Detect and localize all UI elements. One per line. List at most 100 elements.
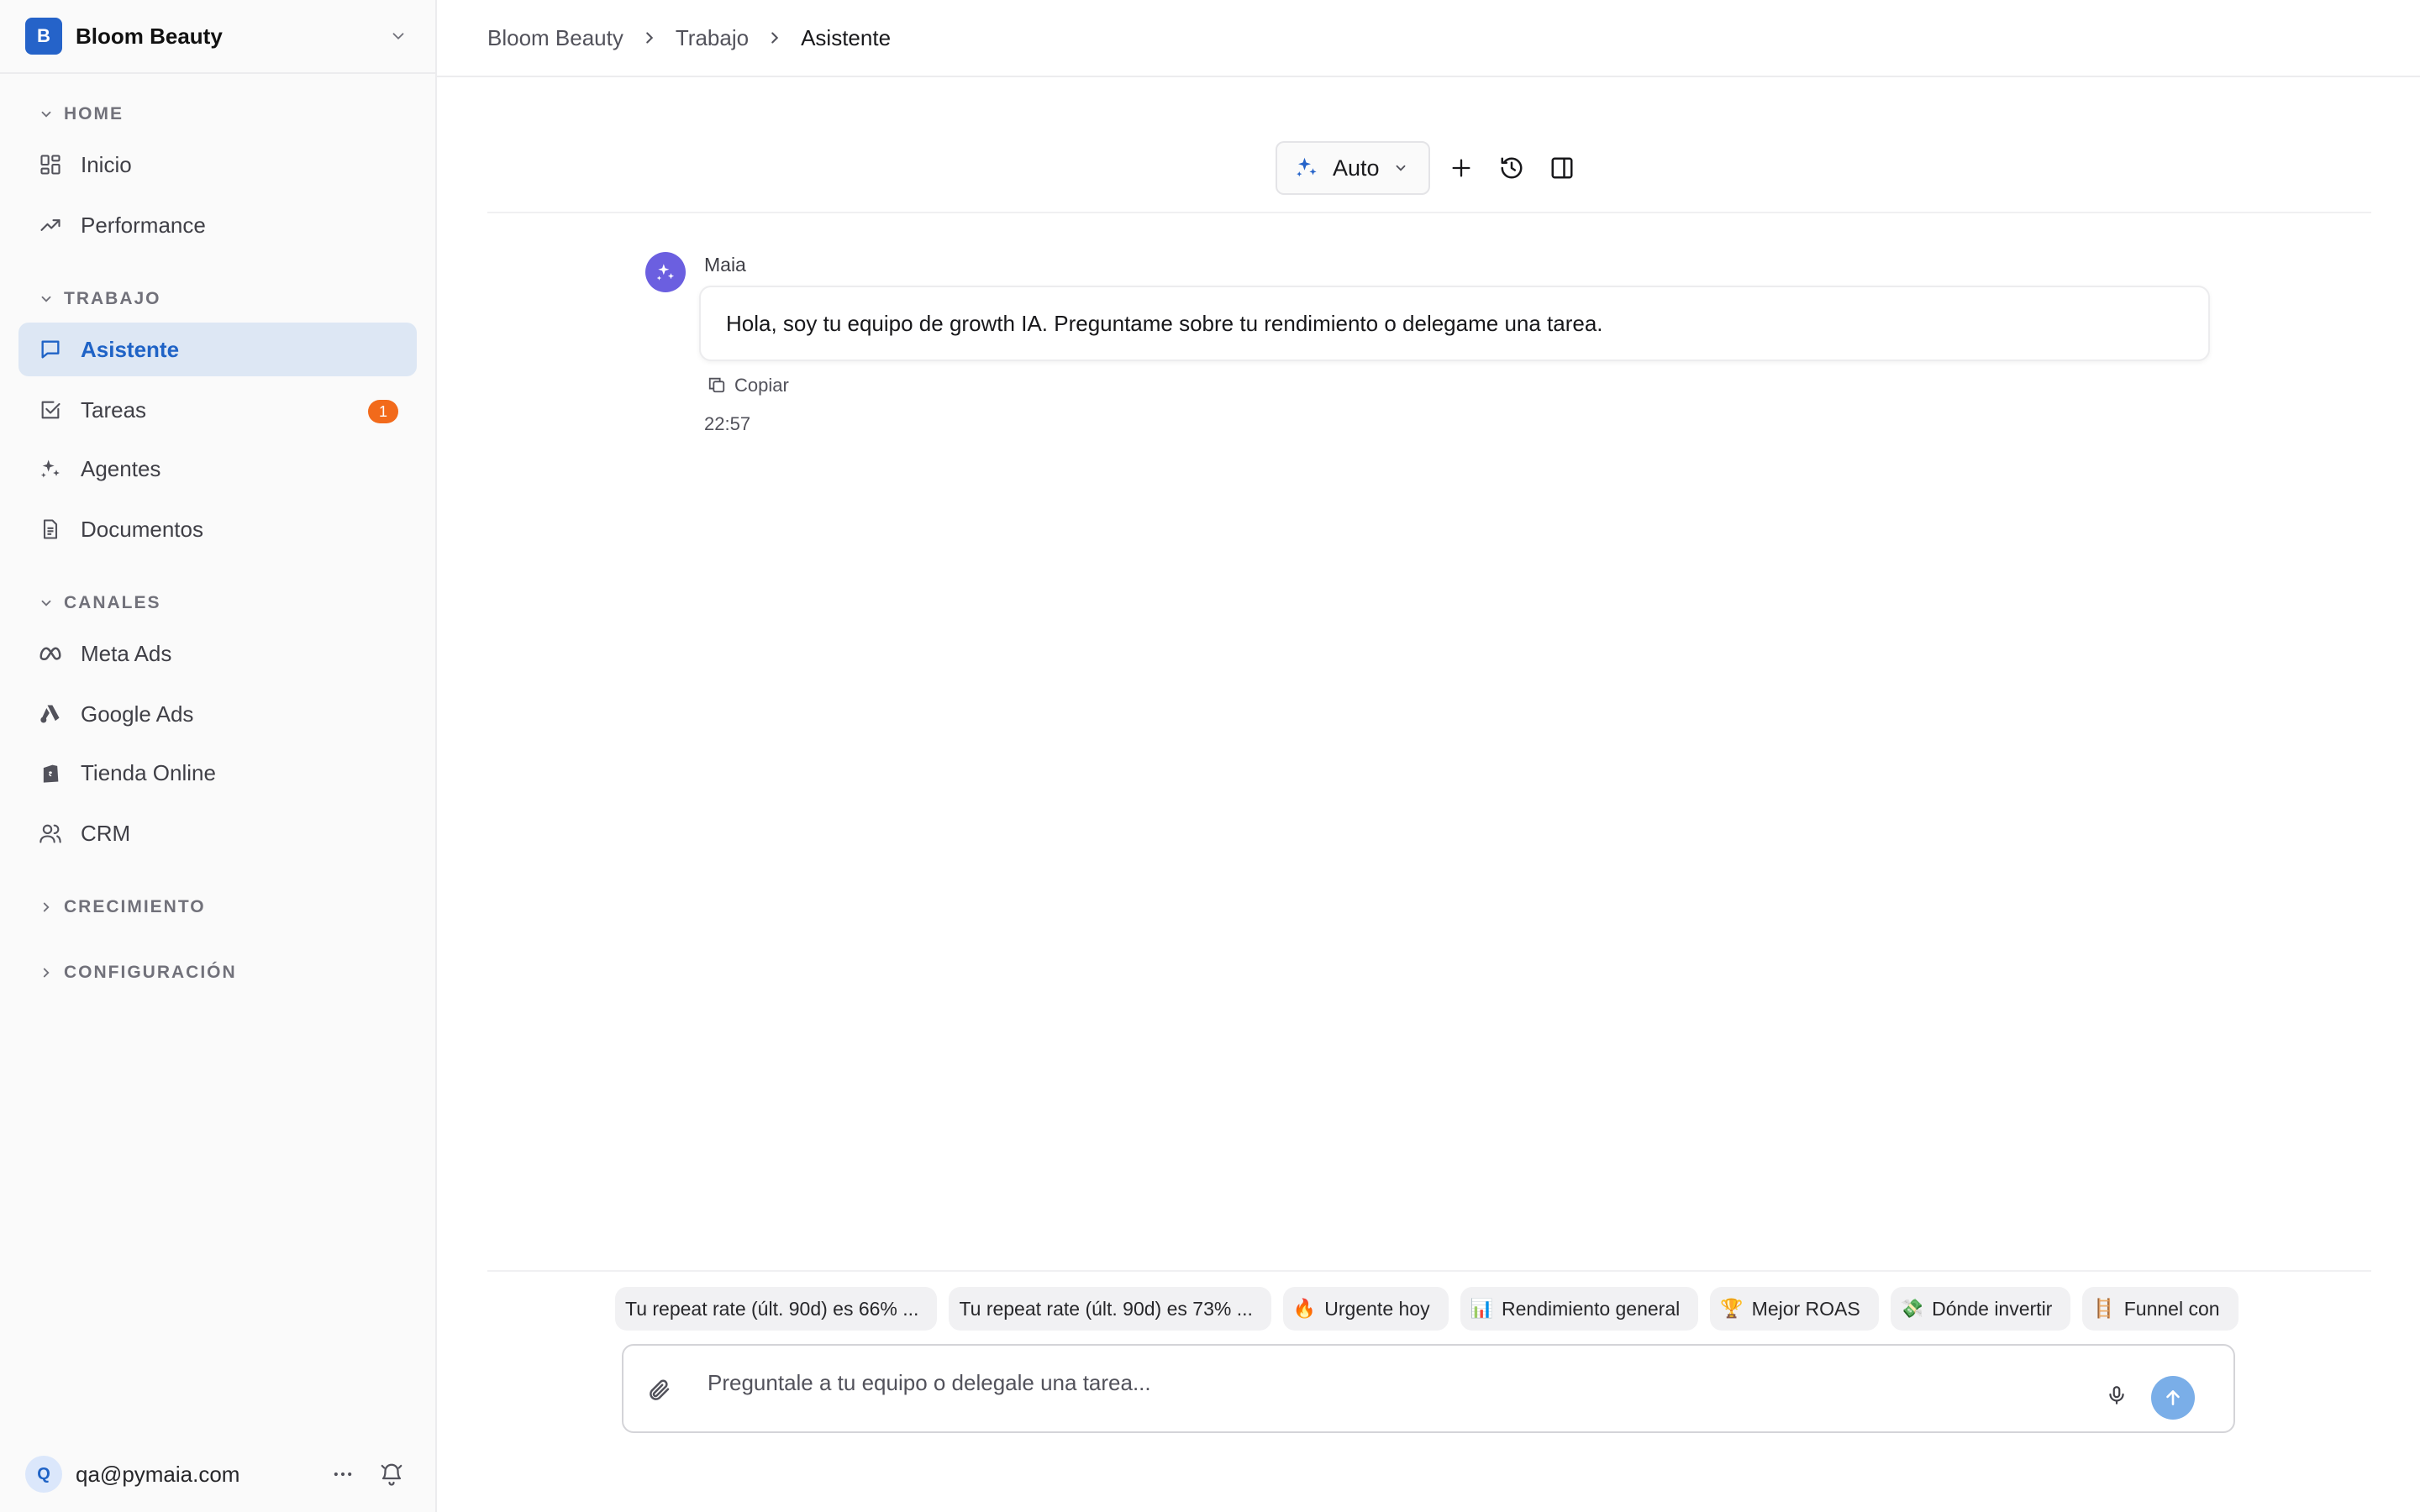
section-configuracion: CONFIGURACIÓN	[0, 958, 435, 988]
section-trabajo: TRABAJO	[0, 284, 435, 314]
section-toggle-home[interactable]: HOME	[0, 99, 435, 129]
suggestion-chip[interactable]: 🏆 Mejor ROAS	[1710, 1287, 1879, 1331]
suggestion-chip[interactable]: 📊 Rendimiento general	[1460, 1287, 1699, 1331]
sidebar-item-crm[interactable]: CRM	[18, 806, 417, 860]
chevron-down-icon	[41, 111, 51, 118]
trending-up-icon	[37, 212, 64, 239]
bar-chart-emoji-icon: 📊	[1470, 1298, 1493, 1319]
google-ads-icon	[37, 701, 64, 727]
sidebar-item-label: Performance	[81, 212, 206, 238]
sidebar-item-label: Asistente	[81, 336, 180, 362]
section-label: TRABAJO	[64, 289, 161, 308]
checkbox-icon	[37, 396, 64, 423]
money-emoji-icon: 💸	[1900, 1298, 1924, 1319]
notifications-bell-icon[interactable]	[373, 1456, 410, 1493]
sidebar-item-asistente[interactable]: Asistente	[18, 323, 417, 376]
suggestion-chip[interactable]: 💸 Dónde invertir	[1890, 1287, 2071, 1331]
plus-icon	[1452, 159, 1470, 177]
send-button[interactable]	[2151, 1376, 2195, 1420]
more-options-icon[interactable]	[324, 1456, 361, 1493]
sidebar-item-label: Tareas	[81, 396, 147, 423]
sidebar-item-label: Meta Ads	[81, 640, 172, 666]
attach-button[interactable]	[644, 1374, 676, 1406]
chevron-right-icon	[640, 29, 659, 47]
divider	[487, 212, 2371, 213]
sidebar-item-tienda-online[interactable]: Tienda Online	[18, 746, 417, 800]
user-email: qa@pymaia.com	[76, 1461, 240, 1487]
sparkles-icon	[656, 264, 675, 281]
sidebar-item-agentes[interactable]: Agentes	[18, 442, 417, 496]
message-author: Maia	[704, 254, 746, 276]
sidebar-item-inicio[interactable]: Inicio	[18, 138, 417, 192]
users-icon	[37, 820, 64, 847]
section-toggle-canales[interactable]: CANALES	[0, 588, 435, 618]
trophy-emoji-icon: 🏆	[1720, 1298, 1744, 1319]
chat-toolbar: Auto	[1276, 141, 1581, 195]
divider	[487, 1270, 2371, 1272]
sidebar-item-google-ads[interactable]: Google Ads	[18, 687, 417, 741]
grid-icon	[37, 151, 64, 178]
section-toggle-crecimiento[interactable]: CRECIMIENTO	[0, 892, 435, 922]
sidebar-item-label: Google Ads	[81, 701, 194, 727]
sidebar: B Bloom Beauty HOME Inicio Performance T…	[0, 0, 437, 1512]
section-crecimiento: CRECIMIENTO	[0, 892, 435, 922]
sidebar-item-performance[interactable]: Performance	[18, 198, 417, 252]
suggestion-chip[interactable]: Tu repeat rate (últ. 90d) es 66% ...	[615, 1287, 938, 1331]
tasks-count-badge: 1	[368, 400, 398, 423]
mode-label: Auto	[1333, 155, 1380, 181]
suggestion-chips: Tu repeat rate (últ. 90d) es 66% ... Tu …	[615, 1285, 2260, 1332]
chat-input[interactable]	[708, 1366, 2052, 1399]
message-timestamp: 22:57	[704, 413, 751, 434]
breadcrumb-item[interactable]: Trabajo	[676, 25, 749, 51]
sidebar-item-meta-ads[interactable]: Meta Ads	[18, 627, 417, 680]
breadcrumb: Bloom Beauty Trabajo Asistente	[437, 0, 2420, 77]
copy-icon	[708, 375, 728, 396]
history-button[interactable]	[1492, 149, 1531, 187]
suggestion-chip[interactable]: 🪜 Funnel con	[2082, 1287, 2238, 1331]
suggestion-chip[interactable]: 🔥 Urgente hoy	[1282, 1287, 1449, 1331]
breadcrumb-item[interactable]: Bloom Beauty	[487, 25, 623, 51]
sidebar-item-documentos[interactable]: Documentos	[18, 502, 417, 556]
suggestion-chip[interactable]: Tu repeat rate (últ. 90d) es 73% ...	[949, 1287, 1271, 1331]
chevron-right-icon	[765, 29, 784, 47]
document-icon	[37, 516, 64, 543]
workspace-switcher[interactable]: B Bloom Beauty	[0, 0, 435, 74]
toggle-panel-button[interactable]	[1543, 149, 1581, 187]
sidebar-item-label: CRM	[81, 820, 131, 846]
paperclip-icon	[650, 1379, 670, 1400]
section-canales: CANALES	[0, 588, 435, 618]
microphone-button[interactable]	[2102, 1381, 2131, 1410]
sparkles-icon	[1294, 155, 1321, 181]
sparkles-icon	[37, 455, 64, 482]
shopify-bag-icon	[37, 759, 64, 786]
assistant-avatar	[645, 252, 686, 292]
sidebar-item-label: Inicio	[81, 151, 132, 177]
workspace-logo: B	[25, 18, 62, 55]
sidebar-panel-icon	[1551, 157, 1573, 179]
copy-label: Copiar	[734, 375, 789, 396]
chat-icon	[37, 336, 64, 363]
fire-emoji-icon: 🔥	[1292, 1298, 1317, 1319]
new-chat-button[interactable]	[1442, 149, 1481, 187]
user-menu: Q qa@pymaia.com	[0, 1436, 435, 1512]
chevron-down-icon	[387, 24, 410, 48]
section-toggle-trabajo[interactable]: TRABAJO	[0, 284, 435, 314]
ladder-emoji-icon: 🪜	[2092, 1298, 2116, 1319]
meta-icon	[37, 640, 64, 667]
section-toggle-configuracion[interactable]: CONFIGURACIÓN	[0, 958, 435, 988]
microphone-icon	[2109, 1386, 2124, 1404]
sidebar-item-tareas[interactable]: Tareas 1	[18, 383, 417, 437]
chat-composer	[622, 1344, 2235, 1433]
section-label: HOME	[64, 104, 124, 123]
message-bubble: Hola, soy tu equipo de growth IA. Pregun…	[699, 286, 2210, 361]
avatar[interactable]: Q	[25, 1456, 62, 1493]
sidebar-item-label: Agentes	[81, 455, 161, 481]
section-label: CANALES	[64, 593, 161, 612]
mode-selector-button[interactable]: Auto	[1276, 141, 1430, 195]
chevron-down-icon	[1393, 160, 1408, 176]
sidebar-item-label: Documentos	[81, 516, 203, 542]
sidebar-item-label: Tienda Online	[81, 759, 216, 785]
section-label: CONFIGURACIÓN	[64, 963, 237, 982]
copy-button[interactable]: Copiar	[708, 375, 789, 396]
workspace-name: Bloom Beauty	[76, 23, 223, 49]
